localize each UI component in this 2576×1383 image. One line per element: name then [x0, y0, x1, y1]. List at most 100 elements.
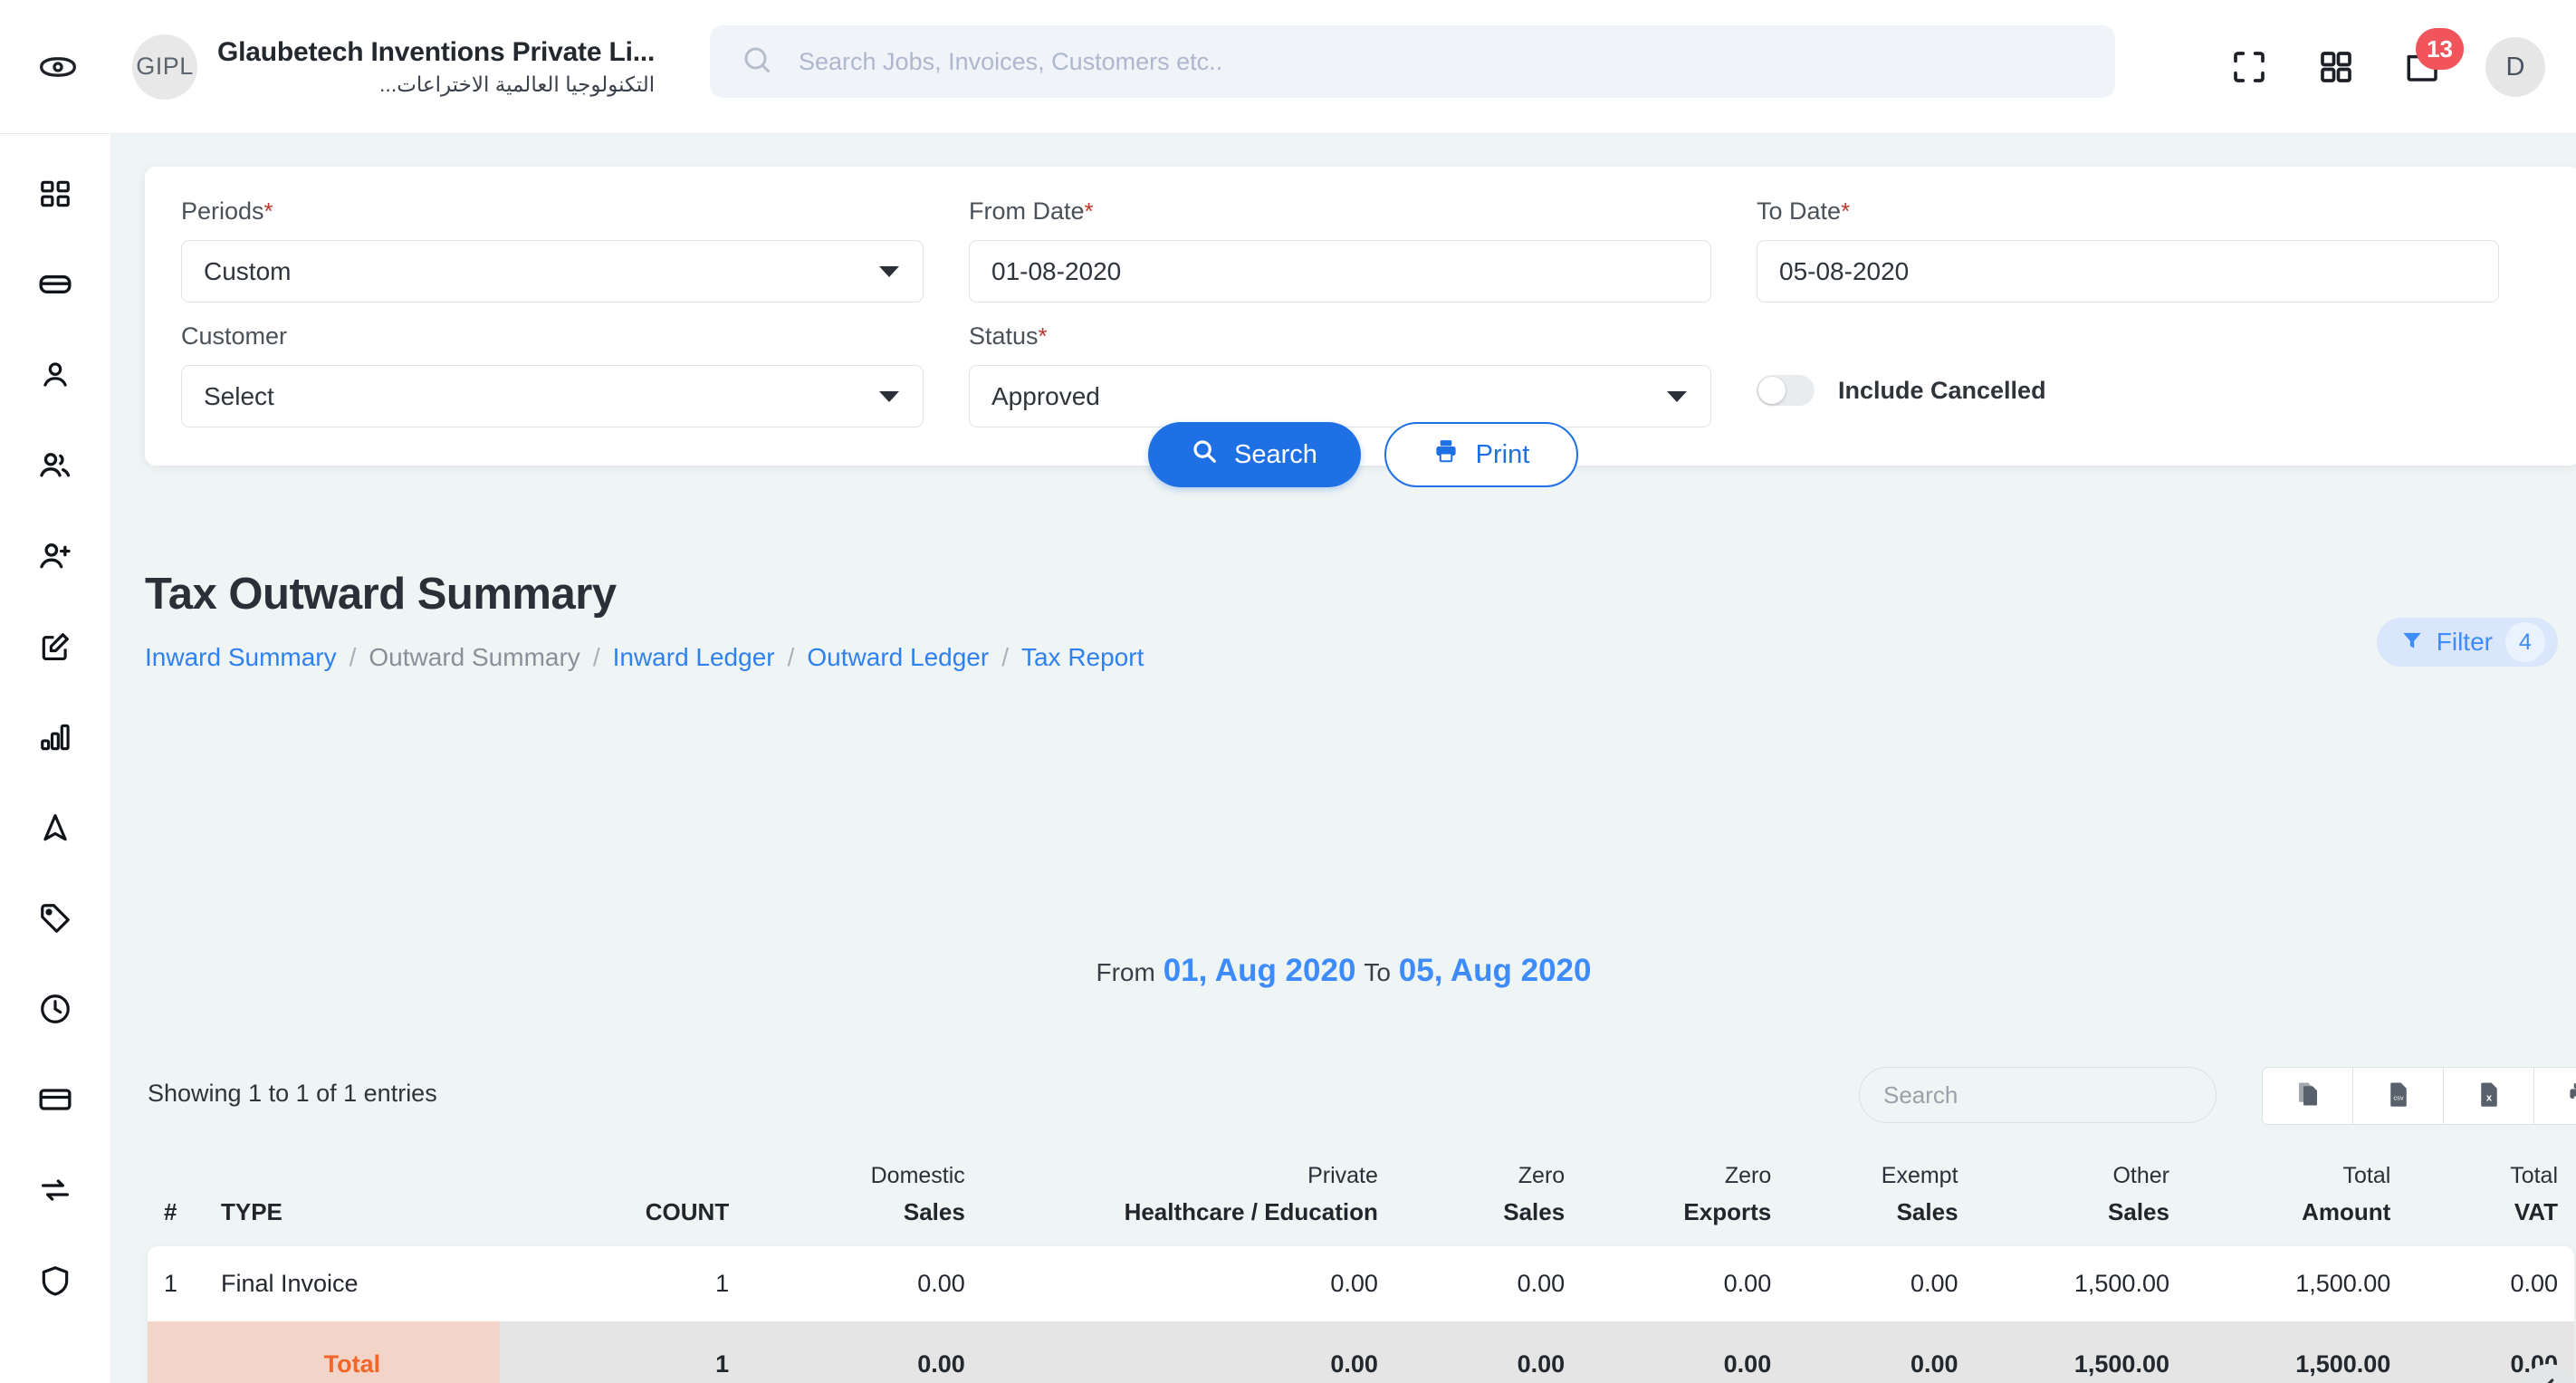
col-domestic-sales-sub: Domestic: [870, 1163, 965, 1188]
col-zero-exports-main: Exports: [1683, 1198, 1772, 1225]
table-head: # TYPE COUNT Domestic Sales Private Heal…: [148, 1157, 2574, 1246]
total-label-blank: [148, 1321, 205, 1383]
table-row[interactable]: 1 Final Invoice 1 0.00 0.00 0.00 0.00 0.…: [148, 1246, 2574, 1321]
customer-select[interactable]: Select: [181, 365, 924, 427]
cell-index: 1: [148, 1246, 205, 1321]
credit-card-icon: [37, 1081, 73, 1122]
filter-row-1: Periods* Custom From Date* 01-08-2020 To…: [181, 197, 2544, 303]
chevron-down-icon: [879, 390, 899, 402]
edit-square-icon: [38, 629, 72, 668]
col-total-amount-main: Amount: [2302, 1198, 2391, 1225]
sidebar-item-card[interactable]: [30, 261, 81, 312]
sidebar-item-user[interactable]: [30, 351, 81, 402]
periods-label-text: Periods: [181, 197, 264, 225]
breadcrumb-item-inward-ledger[interactable]: Inward Ledger: [613, 643, 775, 672]
top-actions: 13 D: [2225, 0, 2545, 134]
sidebar-item-reports[interactable]: [30, 714, 81, 764]
customer-label: Customer: [181, 322, 288, 350]
sidebar-item-edit[interactable]: [30, 623, 81, 674]
sidebar-item-security[interactable]: [30, 1257, 81, 1308]
cell-zero-exports: 0.00: [1581, 1246, 1788, 1321]
required-asterisk: *: [1038, 322, 1048, 350]
cell-domestic-sales: 0.00: [745, 1246, 982, 1321]
csv-export-button[interactable]: csv: [2353, 1068, 2444, 1124]
sidebar-item-users[interactable]: [30, 442, 81, 493]
copy-button[interactable]: [2263, 1068, 2353, 1124]
col-total-amount-sub: Total: [2342, 1163, 2391, 1188]
export-button-group: csv x: [2262, 1067, 2576, 1125]
status-select[interactable]: Approved: [969, 365, 1711, 427]
svg-text:csv: csv: [2393, 1093, 2404, 1101]
search-icon: [741, 43, 773, 81]
to-date-input[interactable]: 05-08-2020: [1757, 240, 2499, 303]
sidebar-item-add-user[interactable]: [30, 533, 81, 583]
col-type-main: TYPE: [220, 1198, 282, 1225]
search-button[interactable]: Search: [1147, 422, 1361, 487]
total-private-healthcare-education: 0.00: [981, 1321, 1394, 1383]
navigation-icon: [38, 811, 72, 850]
total-count: 1: [499, 1321, 746, 1383]
entries-count: Showing 1 to 1 of 1 entries: [148, 1080, 437, 1107]
chevron-left-icon: [2535, 1376, 2562, 1383]
global-search-input[interactable]: [799, 47, 2084, 76]
include-cancelled-wrap: Include Cancelled: [1757, 375, 2544, 406]
cell-other-sales: 1,500.00: [1974, 1246, 2186, 1321]
filter-actions: Search Print: [145, 422, 2576, 487]
total-exempt-sales: 0.00: [1787, 1321, 1975, 1383]
breadcrumb-item-inward-summary[interactable]: Inward Summary: [145, 643, 337, 672]
breadcrumb-separator: /: [787, 643, 795, 671]
table-search-input[interactable]: [1883, 1080, 2192, 1109]
col-index: #: [148, 1157, 205, 1246]
sidebar-item-dashboard[interactable]: [30, 170, 81, 221]
apps-grid-icon[interactable]: [2312, 43, 2361, 91]
search-button-label: Search: [1234, 439, 1317, 469]
inbox-icon[interactable]: 13: [2399, 28, 2464, 91]
periods-select[interactable]: Custom: [181, 240, 924, 303]
user-icon: [38, 358, 72, 397]
breadcrumb-separator: /: [1001, 643, 1009, 671]
from-date-input[interactable]: 01-08-2020: [969, 240, 1711, 303]
bar-chart-icon: [38, 720, 72, 759]
sidebar-item-tags[interactable]: [30, 895, 81, 946]
csv-file-icon: csv: [2385, 1080, 2412, 1112]
excel-export-button[interactable]: x: [2444, 1068, 2534, 1124]
include-cancelled-toggle[interactable]: [1757, 375, 1815, 406]
filter-pill[interactable]: Filter 4: [2376, 618, 2558, 667]
global-search-bar[interactable]: [710, 25, 2115, 98]
print-button[interactable]: Print: [1384, 422, 1578, 487]
from-date-value: 01-08-2020: [991, 256, 1122, 285]
sidebar-item-payments[interactable]: [30, 1076, 81, 1127]
page-title: Tax Outward Summary: [145, 570, 617, 619]
search-icon: [1191, 437, 1218, 472]
status-value: Approved: [991, 381, 1100, 410]
required-asterisk: *: [1841, 197, 1851, 225]
eye-toggle-icon[interactable]: [0, 47, 116, 87]
company-block[interactable]: GIPL Glaubetech Inventions Private Li...…: [132, 34, 655, 100]
table-search[interactable]: [1859, 1067, 2217, 1123]
print-table-button[interactable]: [2534, 1068, 2576, 1124]
col-private-main: Healthcare / Education: [1124, 1198, 1378, 1225]
sidebar-item-navigation[interactable]: [30, 804, 81, 855]
report-table: # TYPE COUNT Domestic Sales Private Heal…: [148, 1157, 2574, 1246]
filter-row-2: Customer Select Status* Approved Include…: [181, 322, 2544, 427]
col-other-sales-sub: Other: [2112, 1163, 2169, 1188]
breadcrumb-item-outward-summary[interactable]: Outward Summary: [369, 643, 579, 672]
breadcrumb-item-outward-ledger[interactable]: Outward Ledger: [807, 643, 989, 672]
total-domestic-sales: 0.00: [745, 1321, 982, 1383]
table-header-row: # TYPE COUNT Domestic Sales Private Heal…: [148, 1157, 2574, 1246]
col-type: TYPE: [205, 1157, 500, 1246]
col-total-amount: Total Amount: [2186, 1157, 2407, 1246]
col-zero-sales-main: Sales: [1503, 1198, 1566, 1225]
sidebar-item-history[interactable]: [30, 985, 81, 1036]
company-name-en: Glaubetech Inventions Private Li...: [217, 36, 656, 67]
include-cancelled-label: Include Cancelled: [1838, 376, 2046, 404]
customer-field: Customer Select: [181, 322, 969, 427]
col-domestic-sales-main: Sales: [903, 1198, 965, 1225]
fullscreen-icon[interactable]: [2225, 43, 2274, 91]
breadcrumb-item-tax-report[interactable]: Tax Report: [1021, 643, 1144, 672]
company-avatar: GIPL: [132, 34, 197, 100]
sidebar-item-transactions[interactable]: [30, 1167, 81, 1217]
filter-pill-label: Filter: [2436, 628, 2493, 656]
range-prefix: From: [1096, 958, 1155, 986]
user-avatar[interactable]: D: [2485, 37, 2545, 97]
